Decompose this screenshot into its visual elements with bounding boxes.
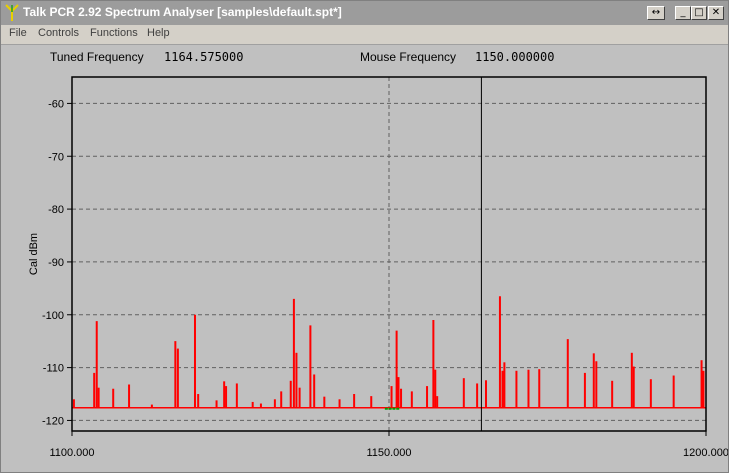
- double-arrow-icon: ↔: [651, 7, 661, 18]
- application-window: Talk PCR 2.92 Spectrum Analyser [samples…: [0, 0, 729, 473]
- menu-controls[interactable]: Controls: [38, 27, 79, 39]
- y-tick-label: -120: [42, 415, 64, 427]
- x-axis-ticks: 1100.000 1150.000 1200.000: [49, 431, 728, 459]
- title-bar[interactable]: Talk PCR 2.92 Spectrum Analyser [samples…: [1, 1, 728, 25]
- x-tick-label: 1200.000: [683, 447, 728, 459]
- window-title: Talk PCR 2.92 Spectrum Analyser [samples…: [23, 5, 342, 19]
- y-tick-label: -100: [42, 310, 64, 322]
- spectrum-panel: Tuned Frequency 1164.575000 Mouse Freque…: [1, 45, 728, 472]
- y-tick-label: -80: [48, 204, 64, 216]
- maximize-button[interactable]: □: [691, 6, 707, 20]
- restore-width-button[interactable]: ↔: [647, 6, 665, 20]
- x-tick-label: 1100.000: [49, 447, 94, 459]
- y-tick-label: -60: [48, 98, 64, 110]
- menu-help[interactable]: Help: [147, 27, 170, 39]
- chart-grid: [72, 77, 706, 431]
- y-axis-ticks: -60 -70 -80 -90 -100 -110 -120: [42, 98, 72, 427]
- y-axis-label: Cal dBm: [28, 233, 40, 275]
- menu-file[interactable]: File: [9, 27, 27, 39]
- spectrum-chart[interactable]: -60 -70 -80 -90 -100 -110 -120 1100.000 1150.00…: [1, 45, 728, 472]
- close-button[interactable]: ✕: [708, 6, 724, 20]
- antenna-icon: [5, 4, 19, 21]
- menu-functions[interactable]: Functions: [90, 27, 138, 39]
- minimize-button[interactable]: _: [675, 6, 691, 20]
- minimize-icon: _: [680, 7, 686, 18]
- close-icon: ✕: [711, 7, 721, 18]
- y-tick-label: -110: [43, 363, 64, 375]
- menu-bar: File Controls Functions Help: [1, 25, 728, 45]
- y-tick-label: -70: [48, 151, 64, 163]
- maximize-icon: □: [694, 7, 704, 18]
- y-tick-label: -90: [48, 257, 64, 269]
- x-tick-label: 1150.000: [366, 447, 411, 459]
